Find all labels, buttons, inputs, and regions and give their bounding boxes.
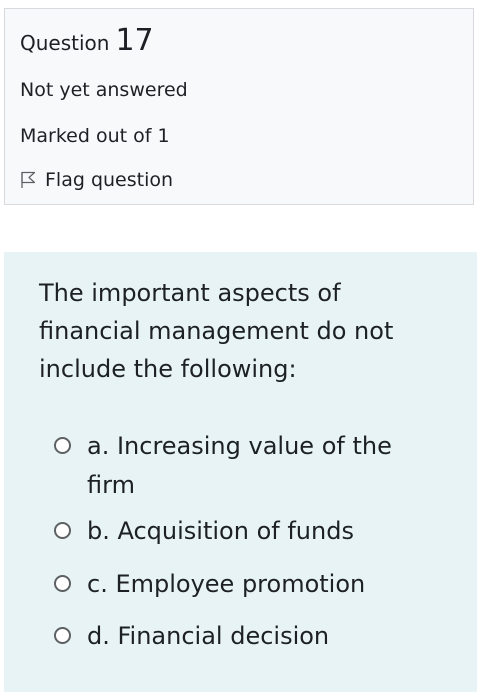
question-content-panel: The important aspects of financial manag… xyxy=(4,252,477,692)
radio-button-a[interactable] xyxy=(54,437,71,454)
flag-question-link[interactable]: Flag question xyxy=(20,169,173,191)
question-info-panel: Question 17 Not yet answered Marked out … xyxy=(4,8,474,205)
radio-button-c[interactable] xyxy=(54,575,71,592)
answer-label-a: a. Increasing value of the firm xyxy=(87,432,392,499)
flag-icon xyxy=(20,171,36,189)
question-number: 17 xyxy=(115,23,154,58)
radio-button-b[interactable] xyxy=(54,522,71,539)
radio-button-d[interactable] xyxy=(54,627,71,644)
answer-option-a[interactable]: a. Increasing value of the firm xyxy=(54,427,432,505)
answer-option-c[interactable]: c. Employee promotion xyxy=(54,565,432,604)
question-state: Not yet answered xyxy=(20,79,188,101)
answer-label-d: d. Financial decision xyxy=(87,622,330,650)
question-heading: Question 17 xyxy=(20,23,154,58)
question-label: Question xyxy=(20,31,110,55)
answer-option-b[interactable]: b. Acquisition of funds xyxy=(54,512,432,551)
answer-label-b: b. Acquisition of funds xyxy=(87,517,354,545)
flag-question-label: Flag question xyxy=(45,169,174,191)
question-text: The important aspects of financial manag… xyxy=(39,279,394,383)
question-grade: Marked out of 1 xyxy=(20,125,170,147)
answer-option-d[interactable]: d. Financial decision xyxy=(54,617,432,656)
answer-label-c: c. Employee promotion xyxy=(87,570,366,598)
